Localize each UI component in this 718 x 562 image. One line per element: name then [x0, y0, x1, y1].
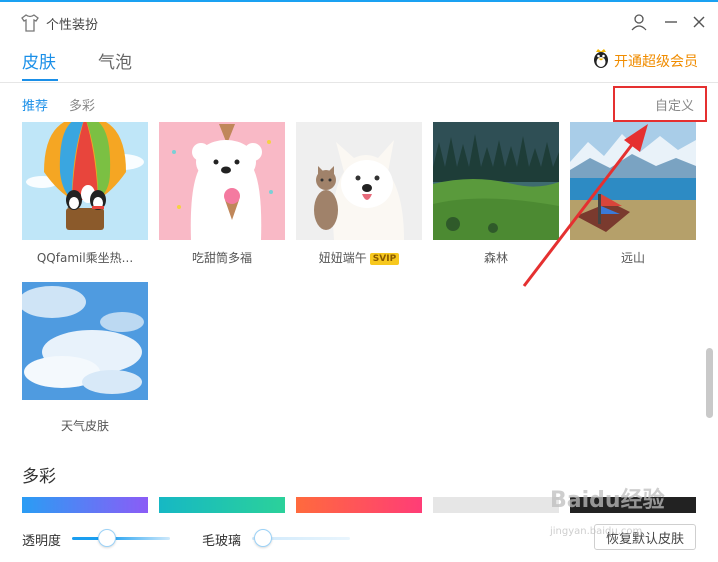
- skin-thumb-forest[interactable]: [433, 122, 559, 240]
- qq-penguin-icon: [592, 49, 610, 73]
- subtab-colorful[interactable]: 多彩: [69, 95, 95, 114]
- tab-skin[interactable]: 皮肤: [22, 48, 56, 73]
- skin-caption-polar-bear: 吃甜筒多福: [191, 251, 252, 265]
- skin-thumb-distant-mountains[interactable]: [570, 122, 696, 240]
- watermark: Baidu经验 jingyan.baidu.com: [550, 482, 710, 542]
- sub-tabs: 推荐 多彩 自定义: [0, 86, 718, 120]
- annotation-arrow: [522, 124, 648, 287]
- skin-caption-distant-mountains: 远山: [620, 251, 645, 265]
- svip-badge: SVIP: [369, 253, 400, 265]
- skin-thumb-clouds[interactable]: [22, 282, 148, 400]
- color-swatch-gray[interactable]: [433, 497, 559, 513]
- close-icon[interactable]: [688, 11, 710, 33]
- skin-caption-forest: 森林: [483, 251, 508, 265]
- watermark-sub: jingyan.baidu.com: [550, 526, 643, 537]
- title-bar: 个性装扮: [0, 2, 718, 42]
- annotation-highlight-box: [613, 86, 707, 122]
- transparency-label: 透明度: [22, 534, 62, 549]
- color-swatch-teal[interactable]: [159, 497, 285, 513]
- watermark-main: Baidu经验: [550, 488, 665, 513]
- window-title: 个性装扮: [46, 18, 99, 33]
- skin-caption-clouds: 天气皮肤: [60, 419, 109, 433]
- colorful-section-title: 多彩: [22, 467, 56, 487]
- vip-label: 开通超级会员: [614, 54, 698, 70]
- vip-button[interactable]: 开通超级会员: [592, 49, 698, 73]
- transparency-slider-knob[interactable]: [98, 529, 116, 547]
- scrollbar-thumb[interactable]: [706, 348, 713, 418]
- color-swatch-blue[interactable]: [22, 497, 148, 513]
- active-tab-indicator: [22, 79, 58, 81]
- skin-caption-dog-cat-text: 妞妞端午: [318, 251, 367, 265]
- frost-slider-knob[interactable]: [254, 529, 272, 547]
- skin-thumb-hot-air-balloon[interactable]: [22, 122, 148, 240]
- tshirt-icon: [20, 13, 40, 33]
- user-icon[interactable]: [628, 11, 650, 33]
- skin-thumb-dog-cat[interactable]: [296, 122, 422, 240]
- subtab-recommend[interactable]: 推荐: [22, 95, 48, 114]
- transparency-slider-track[interactable]: [72, 537, 170, 540]
- main-tabs: 皮肤 气泡 开通超级会员: [0, 42, 718, 83]
- tab-bubble[interactable]: 气泡: [98, 48, 132, 73]
- minimize-icon[interactable]: [660, 11, 682, 33]
- scrollbar[interactable]: [706, 120, 714, 500]
- skin-caption-hot-air-balloon: QQfamil乘坐热...: [36, 251, 134, 265]
- skin-caption-dog-cat: 妞妞端午 SVIP: [296, 249, 422, 266]
- color-swatch-orange[interactable]: [296, 497, 422, 513]
- skin-thumb-polar-bear[interactable]: [159, 122, 285, 240]
- frost-label: 毛玻璃: [202, 534, 242, 549]
